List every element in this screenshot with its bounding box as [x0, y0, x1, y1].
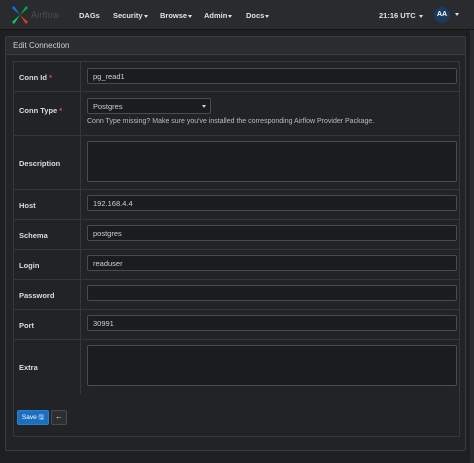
edit-connection-panel: Edit Connection Conn Id * pg_read1 Conn … [5, 36, 466, 451]
password-input[interactable] [87, 285, 457, 301]
top-navbar: Airflow DAGs Security Browse Admin Docs … [0, 0, 474, 30]
conn-id-label: Conn Id * [19, 73, 52, 82]
form-row-schema: Schema postgres [14, 220, 459, 250]
chevron-down-icon [265, 14, 270, 18]
description-textarea[interactable] [87, 141, 457, 182]
schema-input[interactable]: postgres [87, 225, 457, 241]
conn-type-label: Conn Type * [19, 106, 63, 115]
extra-label: Extra [19, 363, 38, 372]
airflow-logo-icon[interactable] [10, 5, 30, 25]
nav-dags[interactable]: DAGs [79, 11, 100, 20]
save-button[interactable]: Save 🖫 [17, 410, 49, 425]
nav-admin[interactable]: Admin [204, 11, 233, 20]
port-input[interactable]: 30991 [87, 315, 457, 331]
form-row-conn-id: Conn Id * pg_read1 [14, 62, 459, 92]
connection-form: Conn Id * pg_read1 Conn Type * Postgres … [13, 61, 460, 437]
chevron-down-icon [228, 14, 233, 18]
page-scrollbar[interactable] [470, 30, 474, 463]
avatar[interactable]: AA [434, 7, 450, 23]
form-row-login: Login readuser [14, 250, 459, 280]
description-label: Description [19, 159, 61, 168]
timezone-dropdown[interactable]: 21:16 UTC [379, 11, 423, 20]
form-row-port: Port 30991 [14, 310, 459, 340]
save-icon: 🖫 [38, 414, 45, 421]
chevron-down-icon[interactable] [455, 13, 459, 16]
extra-textarea[interactable] [87, 345, 457, 386]
arrow-left-icon: ← [55, 412, 63, 421]
logo-text[interactable]: Airflow [31, 10, 59, 20]
nav-security[interactable]: Security [113, 11, 148, 20]
login-label: Login [19, 261, 40, 270]
nav-docs[interactable]: Docs [246, 11, 270, 20]
schema-label: Schema [19, 231, 48, 240]
host-label: Host [19, 201, 36, 210]
chevron-down-icon [188, 14, 193, 18]
form-row-conn-type: Conn Type * Postgres Conn Type missing? … [14, 92, 459, 136]
form-row-extra: Extra [14, 340, 459, 394]
login-input[interactable]: readuser [87, 255, 457, 271]
host-input[interactable]: 192.168.4.4 [87, 195, 457, 211]
chevron-down-icon [418, 14, 423, 18]
port-label: Port [19, 321, 34, 330]
conn-type-select[interactable]: Postgres [87, 98, 211, 114]
form-row-password: Password [14, 280, 459, 310]
form-row-description: Description [14, 136, 459, 190]
panel-title: Edit Connection [6, 37, 465, 55]
password-label: Password [19, 291, 55, 300]
conn-id-input[interactable]: pg_read1 [87, 68, 457, 84]
chevron-down-icon [143, 14, 148, 18]
back-button[interactable]: ← [51, 410, 67, 425]
form-row-host: Host 192.168.4.4 [14, 190, 459, 220]
chevron-down-icon [202, 105, 206, 108]
nav-browse[interactable]: Browse [160, 11, 193, 20]
conn-type-help-text: Conn Type missing? Make sure you've inst… [87, 118, 375, 125]
